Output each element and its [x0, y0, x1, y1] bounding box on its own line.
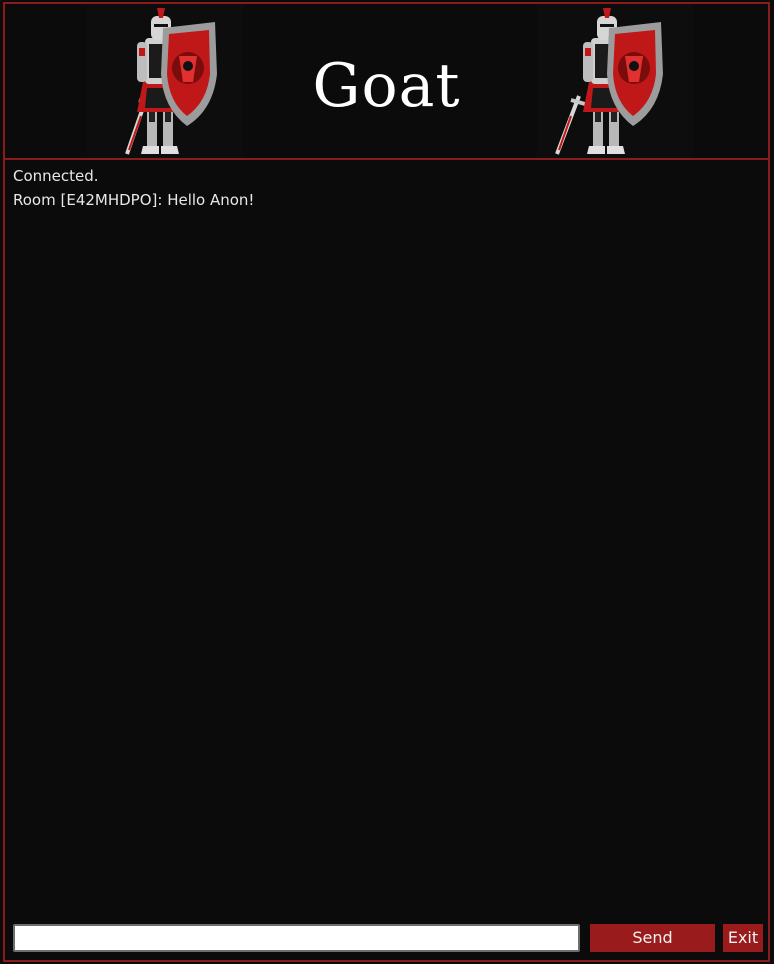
composer: Send Exit: [13, 924, 765, 952]
knight-with-shield-icon: [87, 4, 243, 158]
message-input[interactable]: [13, 924, 580, 952]
header-banner: Goat: [3, 2, 770, 160]
chat-panel: Connected. Room [E42MHDPO]: Hello Anon! …: [3, 160, 770, 962]
chat-app: Goat Connected. Room [E42MHDPO]: Hello A…: [0, 0, 774, 964]
exit-button[interactable]: Exit: [723, 924, 763, 952]
message-line: Room [E42MHDPO]: Hello Anon!: [13, 191, 255, 209]
message-log: Connected. Room [E42MHDPO]: Hello Anon!: [13, 164, 760, 212]
send-button[interactable]: Send: [590, 924, 715, 952]
message-line: Connected.: [13, 167, 99, 185]
knight-with-shield-icon: [537, 4, 693, 158]
